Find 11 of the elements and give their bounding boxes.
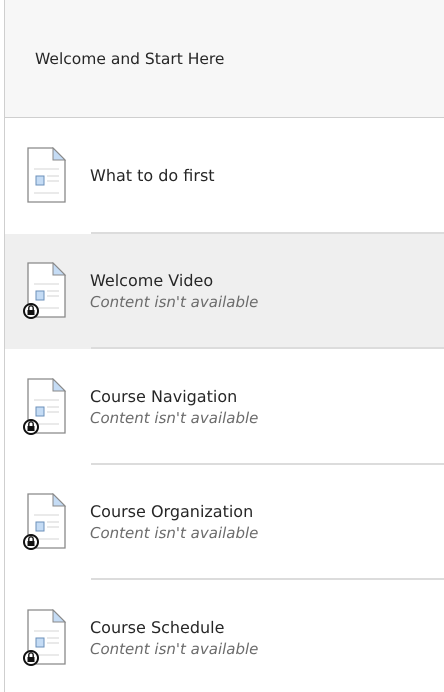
availability-note: Content isn't available bbox=[90, 524, 258, 542]
item-title: What to do first bbox=[90, 166, 215, 186]
availability-note: Content isn't available bbox=[90, 640, 258, 658]
item-title: Course Organization bbox=[90, 502, 254, 522]
section-title: Welcome and Start Here bbox=[35, 50, 224, 68]
item-title: Welcome Video bbox=[90, 271, 214, 290]
content-item[interactable]: Welcome Video Content isn't available bbox=[5, 234, 444, 349]
item-title: Course Schedule bbox=[90, 618, 226, 637]
availability-note: Content isn't available bbox=[90, 408, 258, 427]
availability-note: Content isn't available bbox=[90, 293, 258, 312]
item-title: Course Navigation bbox=[90, 386, 238, 406]
